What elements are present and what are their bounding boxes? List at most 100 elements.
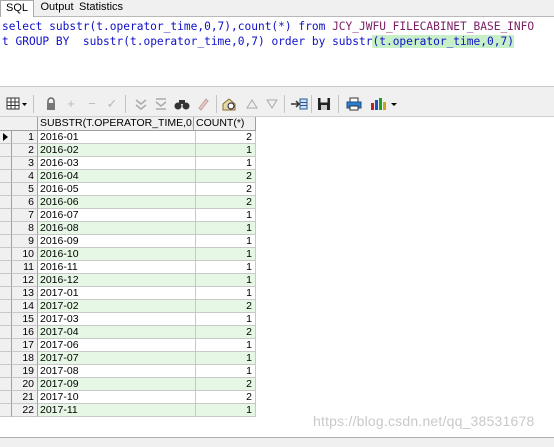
row-indicator[interactable] [0, 365, 12, 378]
table-row[interactable]: 3 2016-03 1 [0, 157, 256, 170]
cell-count[interactable]: 1 [196, 209, 256, 222]
lock-icon[interactable] [43, 96, 59, 112]
tab-statistics[interactable]: Statistics [79, 0, 123, 16]
row-indicator[interactable] [0, 326, 12, 339]
table-row[interactable]: 2 2016-02 1 [0, 144, 256, 157]
table-row[interactable]: 6 2016-06 2 [0, 196, 256, 209]
cell-count[interactable]: 1 [196, 261, 256, 274]
cell-period[interactable]: 2016-08 [38, 222, 196, 235]
row-indicator[interactable] [0, 404, 12, 417]
table-row[interactable]: 11 2016-11 1 [0, 261, 256, 274]
row-indicator[interactable] [0, 313, 12, 326]
cell-period[interactable]: 2016-05 [38, 183, 196, 196]
row-indicator[interactable] [0, 209, 12, 222]
clear-icon[interactable] [195, 96, 211, 112]
cell-count[interactable]: 1 [196, 235, 256, 248]
row-indicator[interactable] [0, 391, 12, 404]
cell-count[interactable]: 2 [196, 170, 256, 183]
cell-period[interactable]: 2016-11 [38, 261, 196, 274]
cell-count[interactable]: 2 [196, 391, 256, 404]
cell-period[interactable]: 2016-10 [38, 248, 196, 261]
row-indicator[interactable] [0, 170, 12, 183]
cell-count[interactable]: 1 [196, 313, 256, 326]
cell-period[interactable]: 2017-03 [38, 313, 196, 326]
cell-count[interactable]: 1 [196, 274, 256, 287]
cell-period[interactable]: 2017-04 [38, 326, 196, 339]
cell-period[interactable]: 2017-08 [38, 365, 196, 378]
row-indicator[interactable] [0, 196, 12, 209]
cell-period[interactable]: 2017-11 [38, 404, 196, 417]
cell-count[interactable]: 2 [196, 326, 256, 339]
row-indicator[interactable] [0, 248, 12, 261]
table-row[interactable]: 21 2017-10 2 [0, 391, 256, 404]
column-header-count[interactable]: COUNT(*) [194, 117, 256, 131]
tab-output[interactable]: Output [38, 0, 76, 16]
cell-period[interactable]: 2017-09 [38, 378, 196, 391]
row-indicator[interactable] [0, 378, 12, 391]
cell-count[interactable]: 2 [196, 196, 256, 209]
table-row[interactable]: 1 2016-01 2 [0, 131, 256, 144]
cell-period[interactable]: 2017-02 [38, 300, 196, 313]
cell-count[interactable]: 1 [196, 404, 256, 417]
cell-period[interactable]: 2016-07 [38, 209, 196, 222]
table-row[interactable]: 10 2016-10 1 [0, 248, 256, 261]
cell-period[interactable]: 2017-06 [38, 339, 196, 352]
row-indicator[interactable] [0, 300, 12, 313]
row-indicator[interactable] [0, 261, 12, 274]
cell-count[interactable]: 1 [196, 222, 256, 235]
cell-count[interactable]: 1 [196, 157, 256, 170]
column-header-period[interactable]: SUBSTR(T.OPERATOR_TIME,0,7) [38, 117, 194, 131]
cell-period[interactable]: 2017-01 [38, 287, 196, 300]
sql-editor[interactable]: select substr(t.operator_time,0,7),count… [0, 17, 554, 85]
table-row[interactable]: 5 2016-05 2 [0, 183, 256, 196]
cell-count[interactable]: 2 [196, 300, 256, 313]
table-row[interactable]: 22 2017-11 1 [0, 404, 256, 417]
row-indicator[interactable] [0, 274, 12, 287]
export-icon[interactable] [290, 96, 308, 112]
cell-count[interactable]: 1 [196, 339, 256, 352]
row-indicator[interactable] [0, 235, 12, 248]
table-row[interactable]: 17 2017-06 1 [0, 339, 256, 352]
row-indicator[interactable] [0, 339, 12, 352]
table-row[interactable]: 12 2016-12 1 [0, 274, 256, 287]
cell-period[interactable]: 2016-02 [38, 144, 196, 157]
cell-count[interactable]: 2 [196, 378, 256, 391]
cell-count[interactable]: 2 [196, 131, 256, 144]
table-row[interactable]: 15 2017-03 1 [0, 313, 256, 326]
table-row[interactable]: 19 2017-08 1 [0, 365, 256, 378]
grid-corner-header[interactable] [0, 117, 38, 131]
row-indicator[interactable] [0, 222, 12, 235]
post-changes-icon[interactable]: ✓ [104, 96, 120, 112]
save-icon[interactable] [316, 96, 332, 112]
add-record-icon[interactable]: + [63, 96, 79, 112]
cell-period[interactable]: 2016-06 [38, 196, 196, 209]
cell-count[interactable]: 1 [196, 287, 256, 300]
filter-down-all-icon[interactable] [153, 96, 169, 112]
row-indicator[interactable] [0, 287, 12, 300]
table-row[interactable]: 20 2017-09 2 [0, 378, 256, 391]
table-row[interactable]: 8 2016-08 1 [0, 222, 256, 235]
row-indicator[interactable] [0, 183, 12, 196]
cell-period[interactable]: 2016-01 [38, 131, 196, 144]
cell-count[interactable]: 1 [196, 352, 256, 365]
query-by-example-icon[interactable] [222, 96, 238, 112]
table-row[interactable]: 7 2016-07 1 [0, 209, 256, 222]
delete-record-icon[interactable]: − [84, 96, 100, 112]
cell-count[interactable]: 2 [196, 183, 256, 196]
cell-count[interactable]: 1 [196, 144, 256, 157]
cell-period[interactable]: 2017-10 [38, 391, 196, 404]
table-row[interactable]: 18 2017-07 1 [0, 352, 256, 365]
cell-period[interactable]: 2016-09 [38, 235, 196, 248]
row-indicator[interactable] [0, 131, 12, 144]
table-row[interactable]: 14 2017-02 2 [0, 300, 256, 313]
table-row[interactable]: 16 2017-04 2 [0, 326, 256, 339]
print-icon[interactable] [346, 96, 362, 112]
cell-period[interactable]: 2017-07 [38, 352, 196, 365]
table-row[interactable]: 9 2016-09 1 [0, 235, 256, 248]
row-indicator[interactable] [0, 352, 12, 365]
tab-sql[interactable]: SQL [0, 0, 34, 17]
cell-period[interactable]: 2016-03 [38, 157, 196, 170]
cell-period[interactable]: 2016-04 [38, 170, 196, 183]
previous-icon[interactable] [244, 96, 260, 112]
filter-down-icon[interactable] [133, 96, 149, 112]
